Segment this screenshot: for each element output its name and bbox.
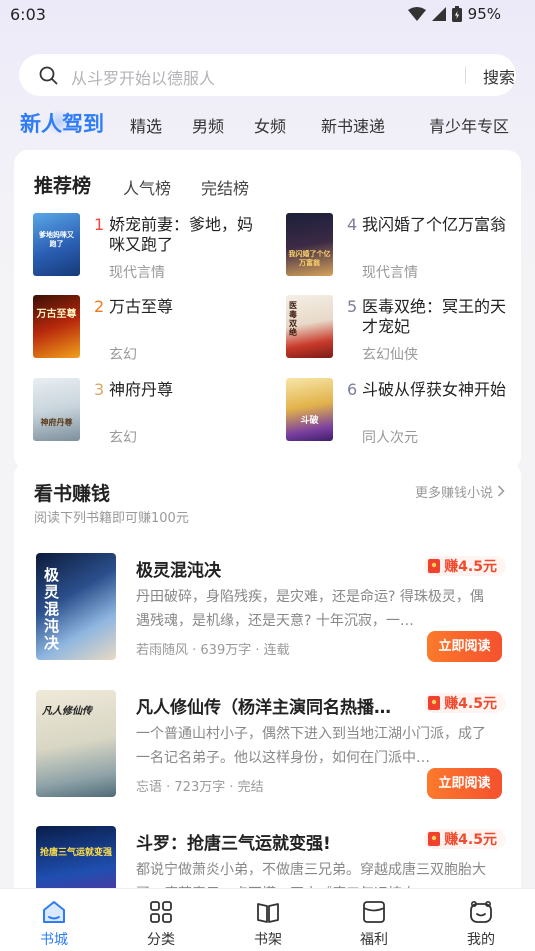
red-packet-icon: [428, 832, 441, 846]
rank-number: 6: [347, 380, 358, 399]
book-icon: [257, 903, 279, 923]
book-title: 凡人修仙传（杨洋主演同名热播…: [136, 698, 391, 718]
wifi-icon: [407, 7, 426, 21]
channel-tabs: 新人驾到 精选 男频 女频 新书速递 青少年专区: [0, 105, 535, 141]
rank-number: 3: [94, 380, 105, 399]
book-cover: 极灵混沌决: [36, 553, 116, 660]
tab-new-books[interactable]: 新书速递: [321, 113, 385, 137]
red-packet-icon: [428, 559, 441, 573]
tab-youth[interactable]: 青少年专区: [429, 113, 509, 137]
reward-amount: 赚4.5元: [444, 696, 497, 712]
nav-category[interactable]: 分类: [121, 889, 201, 951]
tab-male[interactable]: 男频: [192, 113, 224, 137]
tab-popular-rank[interactable]: 人气榜: [123, 175, 171, 199]
book-cover: 爹地妈咪又跑了: [33, 213, 80, 276]
nav-label: 分类: [147, 932, 175, 948]
reward-badge: 赚4.5元: [424, 829, 506, 849]
tab-new-user[interactable]: 新人驾到: [20, 108, 104, 138]
rank-number: 4: [347, 215, 358, 234]
book-genre: 玄幻仙侠: [362, 347, 418, 363]
nav-bookshelf[interactable]: 书架: [228, 889, 308, 951]
search-icon: [39, 66, 58, 85]
grid-icon: [150, 901, 172, 923]
tab-recommend-rank[interactable]: 推荐榜: [34, 171, 91, 198]
book-title: 娇宠前妻：爹地，妈咪又跑了: [109, 215, 254, 254]
book-title: 斗破从俘获女神开始: [362, 380, 507, 399]
status-icons: 95%: [407, 5, 501, 23]
book-genre: 现代言情: [109, 265, 165, 281]
rank-item[interactable]: 神府丹尊 3 神府丹尊 玄幻: [33, 378, 269, 446]
rank-number: 2: [94, 297, 105, 316]
section-subtitle: 阅读下列书籍即可赚100元: [34, 511, 189, 526]
read-now-button[interactable]: 立即阅读: [427, 631, 502, 662]
status-bar: 6:03 95%: [0, 0, 535, 30]
red-packet-icon: [428, 696, 441, 710]
rank-item[interactable]: 爹地妈咪又跑了 1 娇宠前妻：爹地，妈咪又跑了 现代言情: [33, 213, 269, 281]
nav-welfare[interactable]: 福利: [334, 889, 414, 951]
book-meta: 若雨随风 · 639万字 · 连载: [136, 643, 290, 658]
book-cover: 斗破: [286, 378, 333, 441]
book-title: 神府丹尊: [109, 380, 174, 399]
search-input[interactable]: 从斗罗开始以德服人: [71, 65, 215, 89]
reward-badge: 赚4.5元: [424, 693, 506, 713]
status-time: 6:03: [10, 5, 46, 24]
gift-icon: [363, 901, 385, 923]
nav-label: 书城: [40, 932, 68, 948]
rank-item[interactable]: 万古至尊 2 万古至尊 玄幻: [33, 295, 269, 363]
more-earn-books-link[interactable]: 更多赚钱小说: [415, 482, 493, 501]
book-cover: 神府丹尊: [33, 378, 80, 441]
profile-icon: [470, 900, 492, 923]
read-now-button[interactable]: 立即阅读: [427, 768, 502, 799]
book-genre: 玄幻: [109, 430, 137, 446]
book-title: 我闪婚了个亿万富翁: [362, 215, 507, 234]
section-title: 看书赚钱: [34, 483, 111, 505]
tab-featured[interactable]: 精选: [130, 113, 162, 137]
book-genre: 现代言情: [362, 265, 418, 281]
search-bar[interactable]: 从斗罗开始以德服人 搜索: [19, 54, 516, 96]
reward-badge: 赚4.5元: [424, 556, 506, 576]
rank-number: 5: [347, 297, 358, 316]
rank-item[interactable]: 医毒双绝 5 医毒双绝：冥王的天才宠妃 玄幻仙侠: [286, 295, 522, 363]
battery-icon: [451, 6, 462, 22]
earn-book-item[interactable]: 凡人修仙传 凡人修仙传（杨洋主演同名热播… 赚4.5元 一个普通山村小子，偶然下…: [36, 690, 506, 802]
bottom-navigation: 书城 分类 书架 福利 我的: [0, 888, 535, 951]
book-cover: 万古至尊: [33, 295, 80, 358]
book-title: 医毒双绝：冥王的天才宠妃: [362, 297, 507, 336]
search-divider: [465, 67, 466, 84]
search-button[interactable]: 搜索: [483, 64, 515, 88]
reward-amount: 赚4.5元: [444, 559, 497, 575]
book-meta: 忘语 · 723万字 · 完结: [136, 780, 264, 795]
earn-book-item[interactable]: 极灵混沌决 极灵混沌决 赚4.5元 丹田破碎，身陷残疾，是灾难，还是命运? 得珠…: [36, 553, 506, 665]
battery-level: 95%: [467, 5, 501, 23]
book-genre: 玄幻: [109, 347, 137, 363]
book-title: 极灵混沌决: [136, 561, 221, 581]
rank-item[interactable]: 我闪婚了个亿万富翁 4 我闪婚了个亿万富翁 现代言情: [286, 213, 522, 281]
reward-amount: 赚4.5元: [444, 832, 497, 848]
tab-female[interactable]: 女频: [254, 113, 286, 137]
book-cover: 凡人修仙传: [36, 690, 116, 797]
home-icon: [43, 901, 65, 923]
nav-label: 我的: [467, 932, 495, 948]
chevron-right-icon: [497, 485, 505, 497]
nav-profile[interactable]: 我的: [441, 889, 521, 951]
book-cover: 医毒双绝: [286, 295, 333, 358]
nav-label: 书架: [254, 932, 282, 948]
ranking-card: 推荐榜 人气榜 完结榜 爹地妈咪又跑了 1 娇宠前妻：爹地，妈咪又跑了 现代言情…: [14, 150, 521, 470]
book-title: 斗罗：抢唐三气运就变强!: [136, 834, 331, 854]
rank-number: 1: [94, 215, 105, 234]
nav-bookstore[interactable]: 书城: [14, 889, 94, 951]
tab-finished-rank[interactable]: 完结榜: [201, 175, 249, 199]
book-description: 丹田破碎，身陷残疾，是灾难，还是命运? 得珠极灵，偶遇残魂，是机缘，还是天意? …: [136, 589, 484, 629]
book-title: 万古至尊: [109, 297, 174, 316]
earn-money-card: 看书赚钱 阅读下列书籍即可赚100元 更多赚钱小说 极灵混沌决 极灵混沌决 赚4…: [14, 462, 521, 933]
book-genre: 同人次元: [362, 430, 418, 446]
nav-label: 福利: [360, 932, 388, 948]
book-cover: 我闪婚了个亿万富翁: [286, 213, 333, 276]
rank-item[interactable]: 斗破 6 斗破从俘获女神开始 同人次元: [286, 378, 522, 446]
signal-icon: [431, 7, 446, 21]
book-description: 一个普通山村小子，偶然下进入到当地江湖小门派，成了一名记名弟子。他以这样身份，如…: [136, 726, 486, 766]
